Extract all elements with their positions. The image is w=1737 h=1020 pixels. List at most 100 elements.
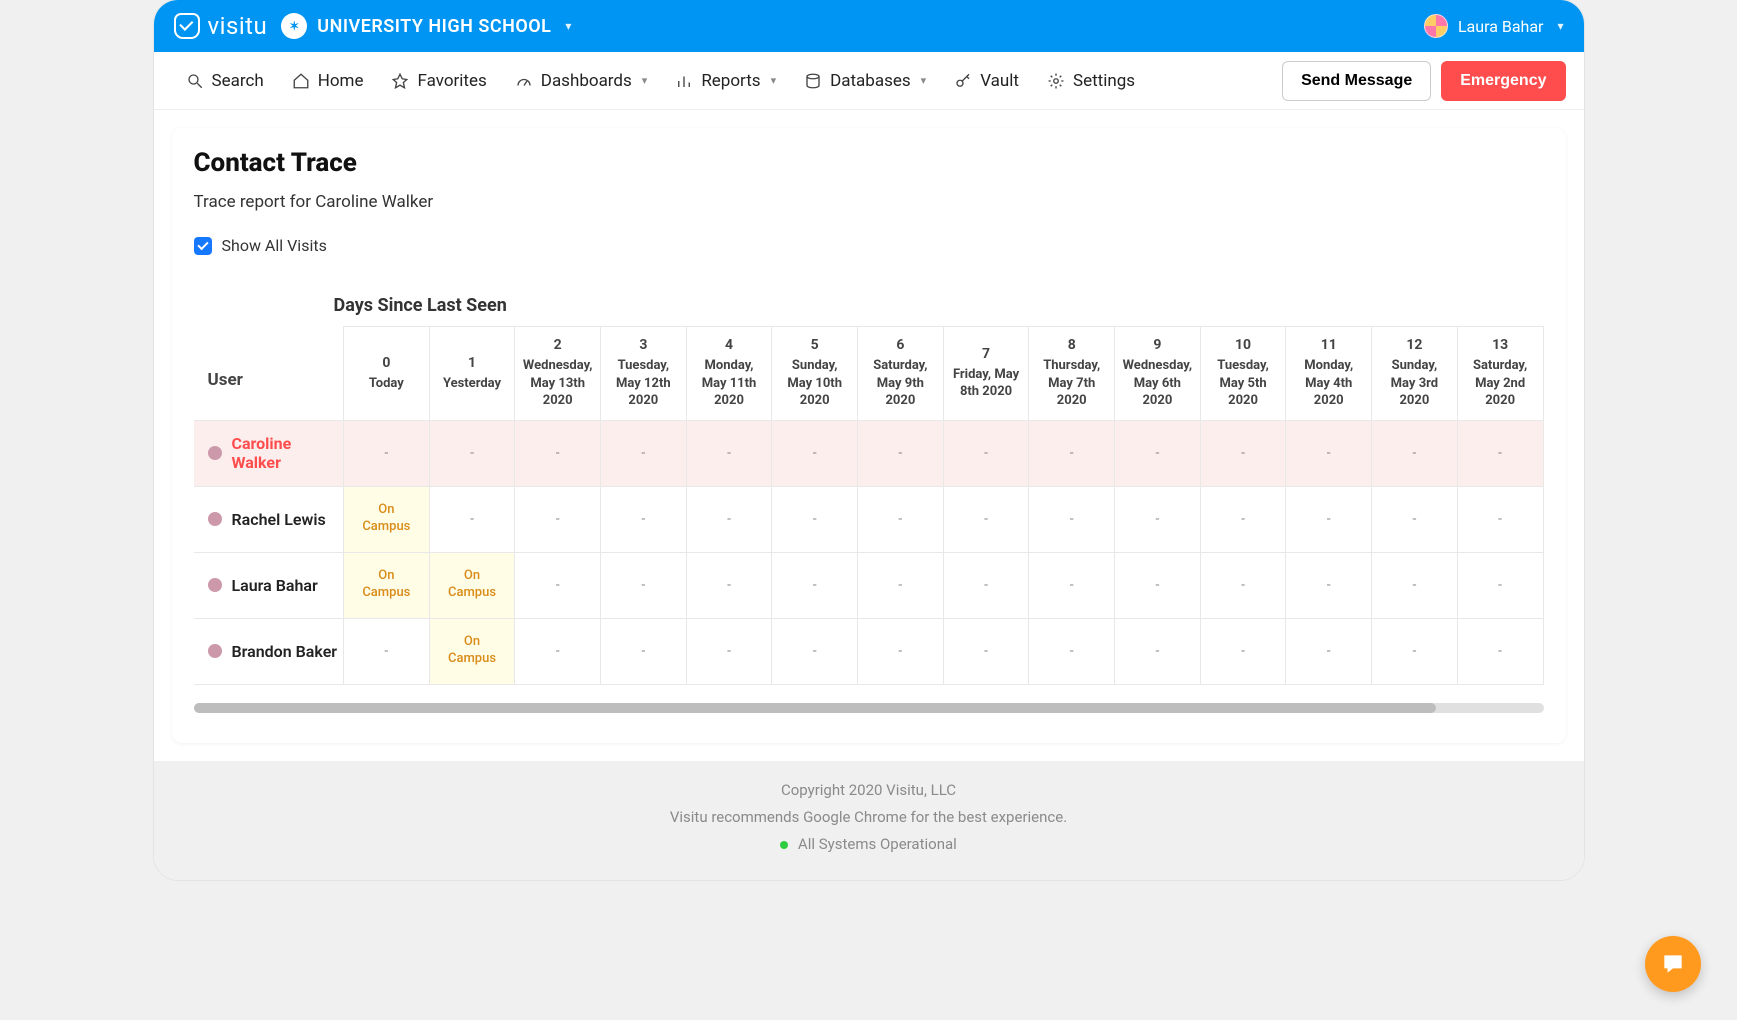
nav-label: Home [318,71,364,91]
trace-cell: - [1372,486,1458,552]
day-label: Sunday, May 3rd 2020 [1378,357,1451,410]
status-dot-icon [780,841,788,849]
day-column-header: 11Monday, May 4th 2020 [1286,327,1372,421]
trace-cell: - [515,552,601,618]
trace-cell: - [772,486,858,552]
trace-cell: - [943,552,1029,618]
trace-cell: - [858,618,944,684]
nav-favorites[interactable]: Favorites [377,63,500,99]
org-selector[interactable]: ✶ UNIVERSITY HIGH SCHOOL ▾ [281,13,571,39]
day-number: 9 [1121,337,1194,353]
day-label: Friday, May 8th 2020 [950,366,1023,401]
trace-cell: - [858,552,944,618]
trace-cell: - [1115,486,1201,552]
trace-cell: - [686,486,772,552]
content-card: Contact Trace Trace report for Caroline … [172,128,1566,743]
user-menu[interactable]: Laura Bahar ▾ [1424,14,1564,38]
page-title: Contact Trace [194,148,1544,178]
trace-cell: - [686,552,772,618]
user-cell[interactable]: Rachel Lewis [194,486,344,552]
trace-cell: - [1372,420,1458,486]
day-label: Monday, May 11th 2020 [693,357,766,410]
trace-cell: - [1286,552,1372,618]
day-column-header: 6Saturday, May 9th 2020 [858,327,944,421]
trace-cell: - [429,420,515,486]
table-row: Rachel LewisOnCampus------------- [194,486,1544,552]
gear-icon [1047,72,1065,90]
user-cell[interactable]: Caroline Walker [194,420,344,486]
gauge-icon [515,72,533,90]
page-subtitle: Trace report for Caroline Walker [194,192,1544,212]
trace-cell: - [686,420,772,486]
day-label: Thursday, May 7th 2020 [1035,357,1108,410]
nav-dashboards[interactable]: Dashboards ▾ [501,63,662,99]
avatar [1424,14,1448,38]
day-label: Today [350,375,423,393]
chat-fab[interactable] [1645,936,1701,992]
day-column-header: 13Saturday, May 2nd 2020 [1457,327,1543,421]
nav-label: Dashboards [541,71,632,91]
user-cell[interactable]: Brandon Baker [194,618,344,684]
scrollbar-thumb[interactable] [194,703,1436,713]
trace-cell: - [1286,420,1372,486]
day-column-header: 0Today [344,327,430,421]
trace-cell: - [1029,618,1115,684]
star-icon [391,72,409,90]
user-name: Rachel Lewis [232,510,326,529]
org-name: UNIVERSITY HIGH SCHOOL [317,16,551,37]
day-column-header: 9Wednesday, May 6th 2020 [1115,327,1201,421]
home-icon [292,72,310,90]
avatar [208,578,222,592]
day-label: Saturday, May 2nd 2020 [1464,357,1537,410]
trace-cell: OnCampus [344,486,430,552]
day-number: 8 [1035,337,1108,353]
on-campus-badge: OnCampus [344,568,429,602]
table-row: Caroline Walker-------------- [194,420,1544,486]
database-icon [804,72,822,90]
on-campus-badge: OnCampus [430,634,515,668]
nav-settings[interactable]: Settings [1033,63,1149,99]
emergency-button[interactable]: Emergency [1441,61,1565,101]
trace-cell: - [1115,552,1201,618]
trace-cell: - [1029,486,1115,552]
day-number: 7 [950,346,1023,362]
footer-copyright: Copyright 2020 Visitu, LLC [154,777,1584,804]
trace-cell: - [1200,618,1286,684]
day-number: 3 [607,337,680,353]
day-column-header: 10Tuesday, May 5th 2020 [1200,327,1286,421]
day-column-header: 3Tuesday, May 12th 2020 [601,327,687,421]
nav-label: Search [212,71,264,91]
nav-search[interactable]: Search [172,63,278,99]
horizontal-scrollbar[interactable] [194,703,1544,713]
trace-cell: - [1457,618,1543,684]
nav-databases[interactable]: Databases ▾ [790,63,940,99]
nav-reports[interactable]: Reports ▾ [661,63,790,99]
show-all-visits-checkbox[interactable] [194,237,212,255]
brand[interactable]: visitu [174,12,268,40]
table-row: Laura BaharOnCampusOnCampus------------ [194,552,1544,618]
key-icon [954,72,972,90]
trace-cell: OnCampus [344,552,430,618]
trace-cell: - [601,486,687,552]
day-label: Tuesday, May 5th 2020 [1207,357,1280,410]
nav-home[interactable]: Home [278,63,378,99]
trace-cell: - [515,486,601,552]
user-name: Caroline Walker [232,434,344,472]
day-number: 6 [864,337,937,353]
org-badge-icon: ✶ [281,13,307,39]
trace-cell: - [515,420,601,486]
day-label: Sunday, May 10th 2020 [778,357,851,410]
trace-cell: - [429,486,515,552]
send-message-button[interactable]: Send Message [1282,61,1431,101]
chevron-down-icon: ▾ [921,74,927,87]
footer: Copyright 2020 Visitu, LLC Visitu recomm… [154,761,1584,880]
trace-cell: OnCampus [429,618,515,684]
on-campus-badge: OnCampus [430,568,515,602]
user-cell[interactable]: Laura Bahar [194,552,344,618]
nav-vault[interactable]: Vault [940,63,1033,99]
trace-cell: - [344,618,430,684]
trace-cell: - [858,420,944,486]
trace-cell: - [1200,552,1286,618]
nav-label: Favorites [417,71,486,91]
day-number: 2 [521,337,594,353]
